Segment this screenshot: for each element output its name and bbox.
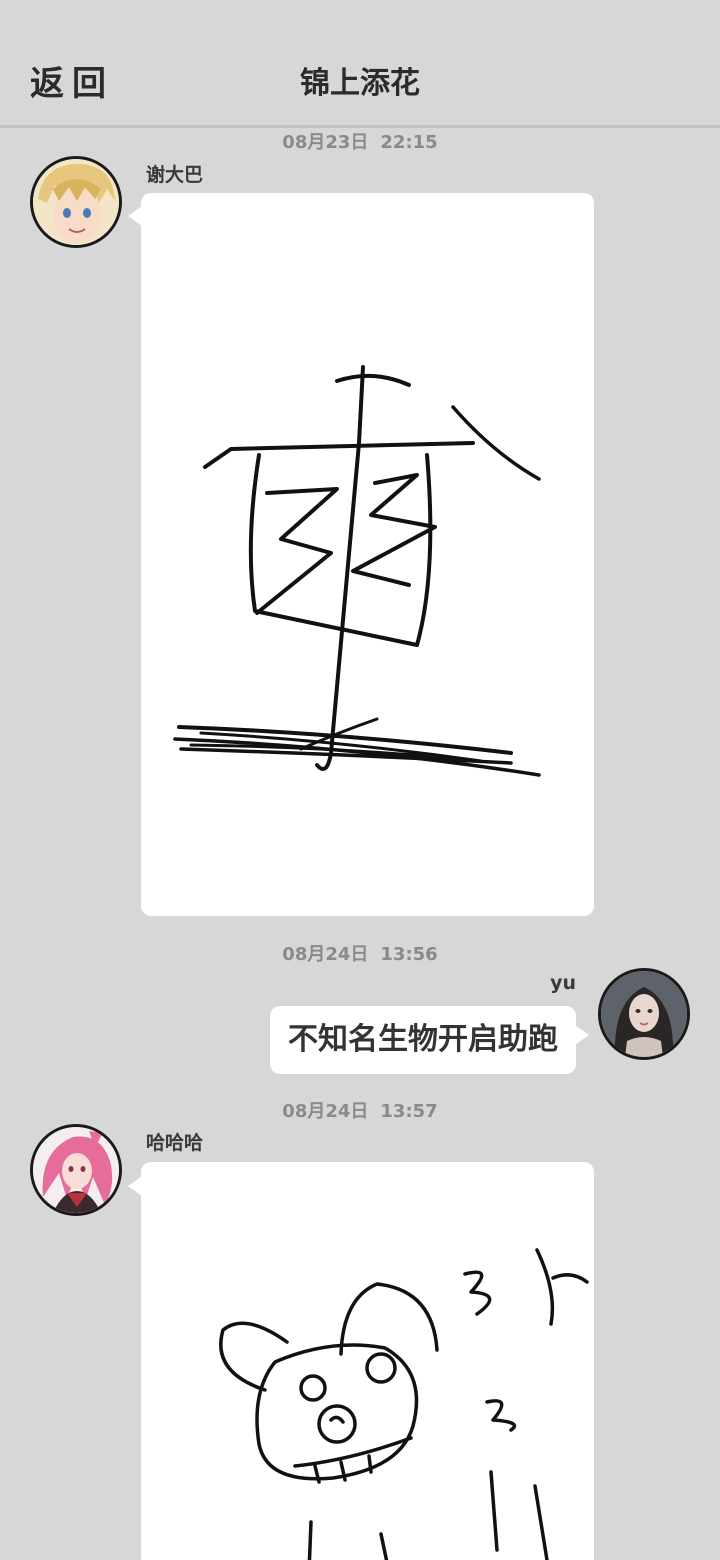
timestamp-date: 08月24日 [282, 1101, 369, 1122]
bubble-tail [128, 206, 142, 226]
hand-drawing-bear [219, 1248, 589, 1560]
page-title: 锦上添花 [300, 66, 420, 101]
bubble-tail [128, 1176, 142, 1196]
timestamp-time: 22:15 [380, 132, 438, 153]
avatar-pink-hair-icon [33, 1127, 119, 1213]
avatar-dark-hair-icon [601, 971, 687, 1057]
timestamp-date: 08月24日 [282, 944, 369, 965]
avatar-blonde-icon [33, 159, 119, 245]
message-timestamp: 08月23日 22:15 [0, 128, 720, 154]
sender-name: 谢大巴 [146, 164, 204, 186]
timestamp-time: 13:56 [380, 944, 438, 965]
bubble-tail [575, 1025, 589, 1045]
avatar-dark-hair-character[interactable] [598, 968, 690, 1060]
avatar-pink-hair-character[interactable] [30, 1124, 122, 1216]
avatar-blonde-character[interactable] [30, 156, 122, 248]
hand-drawing-character [173, 365, 541, 777]
timestamp-date: 08月23日 [282, 132, 369, 153]
sender-name: yu [550, 972, 576, 994]
message-timestamp: 08月24日 13:56 [0, 940, 720, 966]
chat-screen: 返回 锦上添花 08月23日 22:15 谢大巴 08月24日 13:56 yu… [0, 0, 720, 1560]
text-message-bubble[interactable]: 不知名生物开启助跑 [270, 1006, 576, 1074]
drawing-message-1[interactable] [141, 193, 594, 916]
sender-name: 哈哈哈 [146, 1132, 204, 1154]
header-bar: 返回 锦上添花 [0, 0, 720, 128]
message-timestamp: 08月24日 13:57 [0, 1097, 720, 1123]
drawing-message-2[interactable] [141, 1162, 594, 1560]
timestamp-time: 13:57 [380, 1101, 438, 1122]
